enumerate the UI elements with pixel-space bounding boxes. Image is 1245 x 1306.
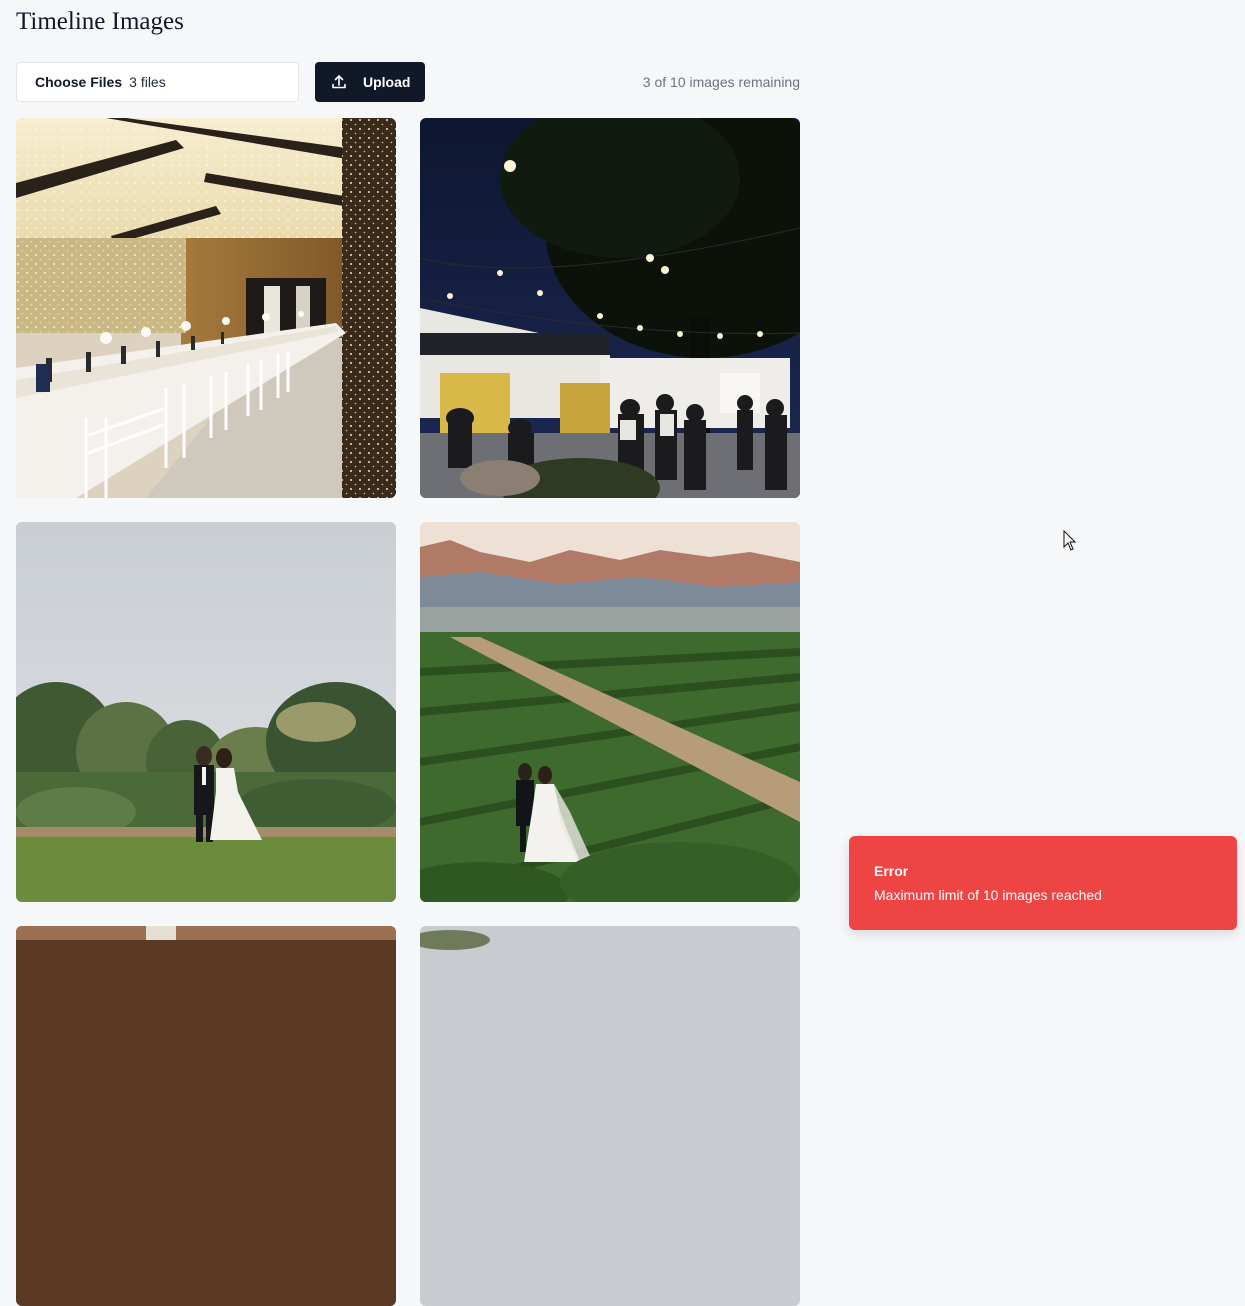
reception-hall-image bbox=[16, 118, 396, 498]
choose-files-button[interactable]: Choose Files bbox=[35, 74, 122, 90]
upload-bar: Choose Files 3 files Upload 3 of 10 imag… bbox=[16, 62, 800, 102]
image-tile-partial-5[interactable] bbox=[16, 926, 396, 1306]
image-tile-couple-garden[interactable] bbox=[16, 522, 396, 902]
partial-image-5 bbox=[16, 926, 396, 1306]
partial-image-6 bbox=[420, 926, 800, 1306]
image-tile-partial-6[interactable] bbox=[420, 926, 800, 1306]
toast-title: Error bbox=[874, 863, 909, 879]
image-tile-night-courtyard[interactable] bbox=[420, 118, 800, 498]
selected-files-count: 3 files bbox=[129, 74, 166, 90]
upload-button-label: Upload bbox=[363, 74, 411, 90]
upload-icon bbox=[332, 75, 346, 89]
upload-button[interactable]: Upload bbox=[315, 62, 425, 102]
page-title: Timeline Images bbox=[16, 8, 184, 35]
couple-vineyard-image bbox=[420, 522, 800, 902]
file-input[interactable]: Choose Files 3 files bbox=[16, 62, 299, 102]
error-toast: Error Maximum limit of 10 images reached bbox=[849, 836, 1237, 930]
couple-garden-image bbox=[16, 522, 396, 902]
night-courtyard-image bbox=[420, 118, 800, 498]
image-tile-couple-vineyard[interactable] bbox=[420, 522, 800, 902]
cursor-icon bbox=[1063, 530, 1077, 551]
toast-message: Maximum limit of 10 images reached bbox=[874, 887, 1102, 903]
image-tile-reception-hall[interactable] bbox=[16, 118, 396, 498]
images-remaining-text: 3 of 10 images remaining bbox=[642, 74, 800, 90]
